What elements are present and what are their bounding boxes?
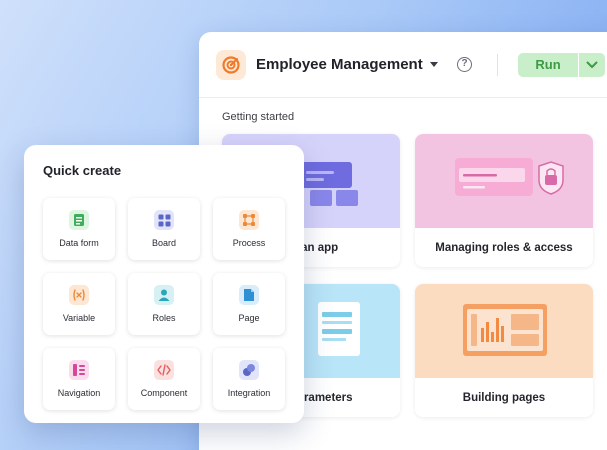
tile-illustration (415, 284, 593, 378)
quick-create-label: Roles (152, 313, 176, 323)
tile-building-pages[interactable]: Building pages (415, 284, 593, 417)
quick-create-label: Component (140, 388, 188, 398)
process-icon (239, 210, 259, 230)
quick-create-label: Process (232, 238, 266, 248)
code-icon (154, 360, 174, 380)
quick-create-page[interactable]: Page (213, 273, 285, 335)
quick-create-panel: Quick create Data form Board Process Var… (24, 145, 304, 423)
integration-icon (239, 360, 259, 380)
run-dropdown-button[interactable] (579, 53, 605, 77)
tile-label: Managing roles & access (435, 241, 573, 254)
header-divider (497, 54, 498, 76)
quick-create-label: Board (151, 238, 177, 248)
navigation-icon (69, 360, 89, 380)
form-icon (69, 210, 89, 230)
quick-create-variable[interactable]: Variable (43, 273, 115, 335)
quick-create-component[interactable]: Component (128, 348, 200, 410)
board-icon (154, 210, 174, 230)
quick-create-label: Page (238, 313, 260, 323)
quick-create-board[interactable]: Board (128, 198, 200, 260)
app-logo-icon (216, 49, 246, 80)
quick-create-label: Integration (227, 388, 271, 398)
chevron-down-icon (586, 61, 598, 68)
quick-create-label: Data form (59, 238, 99, 248)
quick-create-process[interactable]: Process (213, 198, 285, 260)
variable-icon (69, 285, 89, 305)
app-header: Employee Management ? Run (199, 32, 607, 98)
quick-create-navigation[interactable]: Navigation (43, 348, 115, 410)
chevron-down-icon[interactable] (429, 62, 438, 67)
section-title: Getting started (222, 111, 295, 123)
tile-label: Building pages (462, 391, 546, 404)
quick-create-data-form[interactable]: Data form (43, 198, 115, 260)
tile-managing-roles[interactable]: Managing roles & access (415, 134, 593, 267)
tile-illustration (415, 134, 593, 228)
quick-create-label: Variable (62, 313, 96, 323)
page-icon (239, 285, 259, 305)
question-circle-icon[interactable]: ? (457, 57, 472, 72)
run-button[interactable]: Run (518, 53, 578, 77)
roles-icon (154, 285, 174, 305)
quick-create-roles[interactable]: Roles (128, 273, 200, 335)
quick-create-integration[interactable]: Integration (213, 348, 285, 410)
quick-create-label: Navigation (57, 388, 101, 398)
app-title[interactable]: Employee Management (256, 56, 423, 73)
quick-create-title: Quick create (43, 163, 122, 178)
